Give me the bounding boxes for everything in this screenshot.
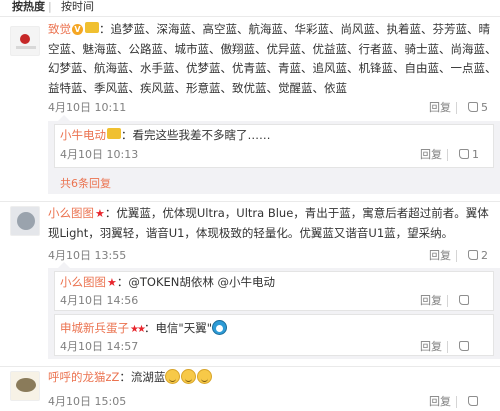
like-count: 1 — [472, 148, 479, 161]
reply-username[interactable]: 小么图图 — [60, 275, 106, 289]
comment-time: 4月10日 10:11 — [48, 101, 127, 114]
sort-by-time-tab[interactable]: 按时间 — [61, 1, 94, 13]
comment-username[interactable]: 致觉 — [48, 22, 71, 36]
thumbs-up-icon — [468, 250, 478, 260]
comment-text: 呼呼的龙猫zZ：流湖蓝 — [48, 368, 498, 388]
like-button[interactable] — [459, 340, 472, 353]
comment-time: 4月10日 15:05 — [48, 395, 127, 408]
reply-body: 电信"天翼" — [155, 321, 213, 335]
like-button[interactable] — [468, 395, 481, 408]
reply-button[interactable]: 回复 — [429, 101, 451, 114]
comment-body: 流湖蓝 — [130, 370, 166, 384]
reply-button[interactable]: 回复 — [429, 249, 451, 262]
reply-text: 小么图图★：@TOKEN胡依林 @小牛电动 — [60, 275, 276, 289]
comment-time: 4月10日 13:55 — [48, 249, 127, 262]
thumbs-up-icon — [459, 149, 469, 159]
reply-thread-arrow — [58, 262, 70, 268]
like-count: 5 — [481, 101, 488, 114]
reply-time: 4月10日 14:57 — [60, 340, 139, 353]
reply-button[interactable]: 回复 — [429, 395, 451, 408]
comment-text: 小么图图★：优翼蓝，优体现Ultra，Ultra Blue，青出于蓝，寓意后者超… — [48, 206, 489, 240]
comment-divider — [0, 201, 500, 202]
star-badge-icon: ★ — [107, 276, 117, 289]
reply-body: 看完这些我差不多瞎了…… — [132, 128, 271, 142]
avatar[interactable] — [10, 206, 40, 236]
comment-username[interactable]: 呼呼的龙猫zZ — [48, 370, 119, 384]
reply-text: 申城新兵蛋子★★：电信"天翼" — [60, 320, 228, 337]
reply-username[interactable]: 申城新兵蛋子 — [60, 321, 129, 335]
reply-username[interactable]: 小牛电动 — [60, 128, 106, 142]
member-badge-icon — [85, 22, 99, 33]
sort-divider: | — [48, 0, 52, 13]
action-separator — [447, 295, 448, 307]
comment-divider — [0, 366, 500, 367]
verified-v-icon: V — [72, 24, 83, 35]
stars-badge-icon: ★★ — [130, 324, 146, 335]
smile-emoji-icon — [165, 369, 181, 384]
avatar[interactable] — [10, 26, 40, 56]
action-separator — [456, 396, 457, 408]
like-button[interactable] — [459, 294, 472, 307]
action-separator — [456, 102, 457, 114]
comment-sort-bar: 按热度 | 按时间 — [0, 0, 500, 14]
more-replies-link[interactable]: 共6条回复 — [60, 177, 111, 190]
comment-text: 致觉 V ：追梦蓝、深海蓝、高空蓝、航海蓝、华彩蓝、尚风蓝、执着蓝、芬芳蓝、晴空蓝、… — [48, 22, 497, 95]
reply-button[interactable]: 回复 — [420, 148, 442, 161]
reply-body: @TOKEN胡依林 @小牛电动 — [128, 275, 276, 289]
thumbs-up-icon — [459, 295, 469, 305]
reply-text: 小牛电动 ：看完这些我差不多瞎了…… — [60, 128, 271, 142]
like-button[interactable]: 5 — [468, 101, 488, 114]
reply-button[interactable]: 回复 — [420, 294, 442, 307]
avatar[interactable] — [10, 371, 40, 401]
comment-body: 追梦蓝、深海蓝、高空蓝、航海蓝、华彩蓝、尚风蓝、执着蓝、芬芳蓝、晴空蓝、魅海蓝、… — [48, 22, 497, 95]
smile-emoji-icon — [181, 369, 197, 384]
reply-time: 4月10日 10:13 — [60, 148, 139, 161]
member-badge-icon — [107, 128, 121, 139]
comment-username[interactable]: 小么图图 — [48, 206, 94, 220]
thumbs-up-icon — [459, 341, 469, 351]
action-separator — [456, 250, 457, 262]
thumbs-up-icon — [468, 102, 478, 112]
like-button[interactable]: 1 — [459, 148, 479, 161]
smile-emoji-icon — [197, 369, 213, 384]
like-button[interactable]: 2 — [468, 249, 488, 262]
reply-button[interactable]: 回复 — [420, 340, 442, 353]
action-separator — [447, 149, 448, 161]
like-count: 2 — [481, 249, 488, 262]
sort-divider-line — [0, 16, 500, 17]
reply-thread-arrow — [58, 115, 70, 121]
doraemon-emoji-icon — [212, 320, 228, 335]
sort-by-hot-tab[interactable]: 按热度 — [12, 1, 45, 13]
star-badge-icon: ★ — [95, 207, 105, 220]
thumbs-up-icon — [468, 396, 478, 406]
reply-time: 4月10日 14:56 — [60, 294, 139, 307]
action-separator — [447, 341, 448, 353]
